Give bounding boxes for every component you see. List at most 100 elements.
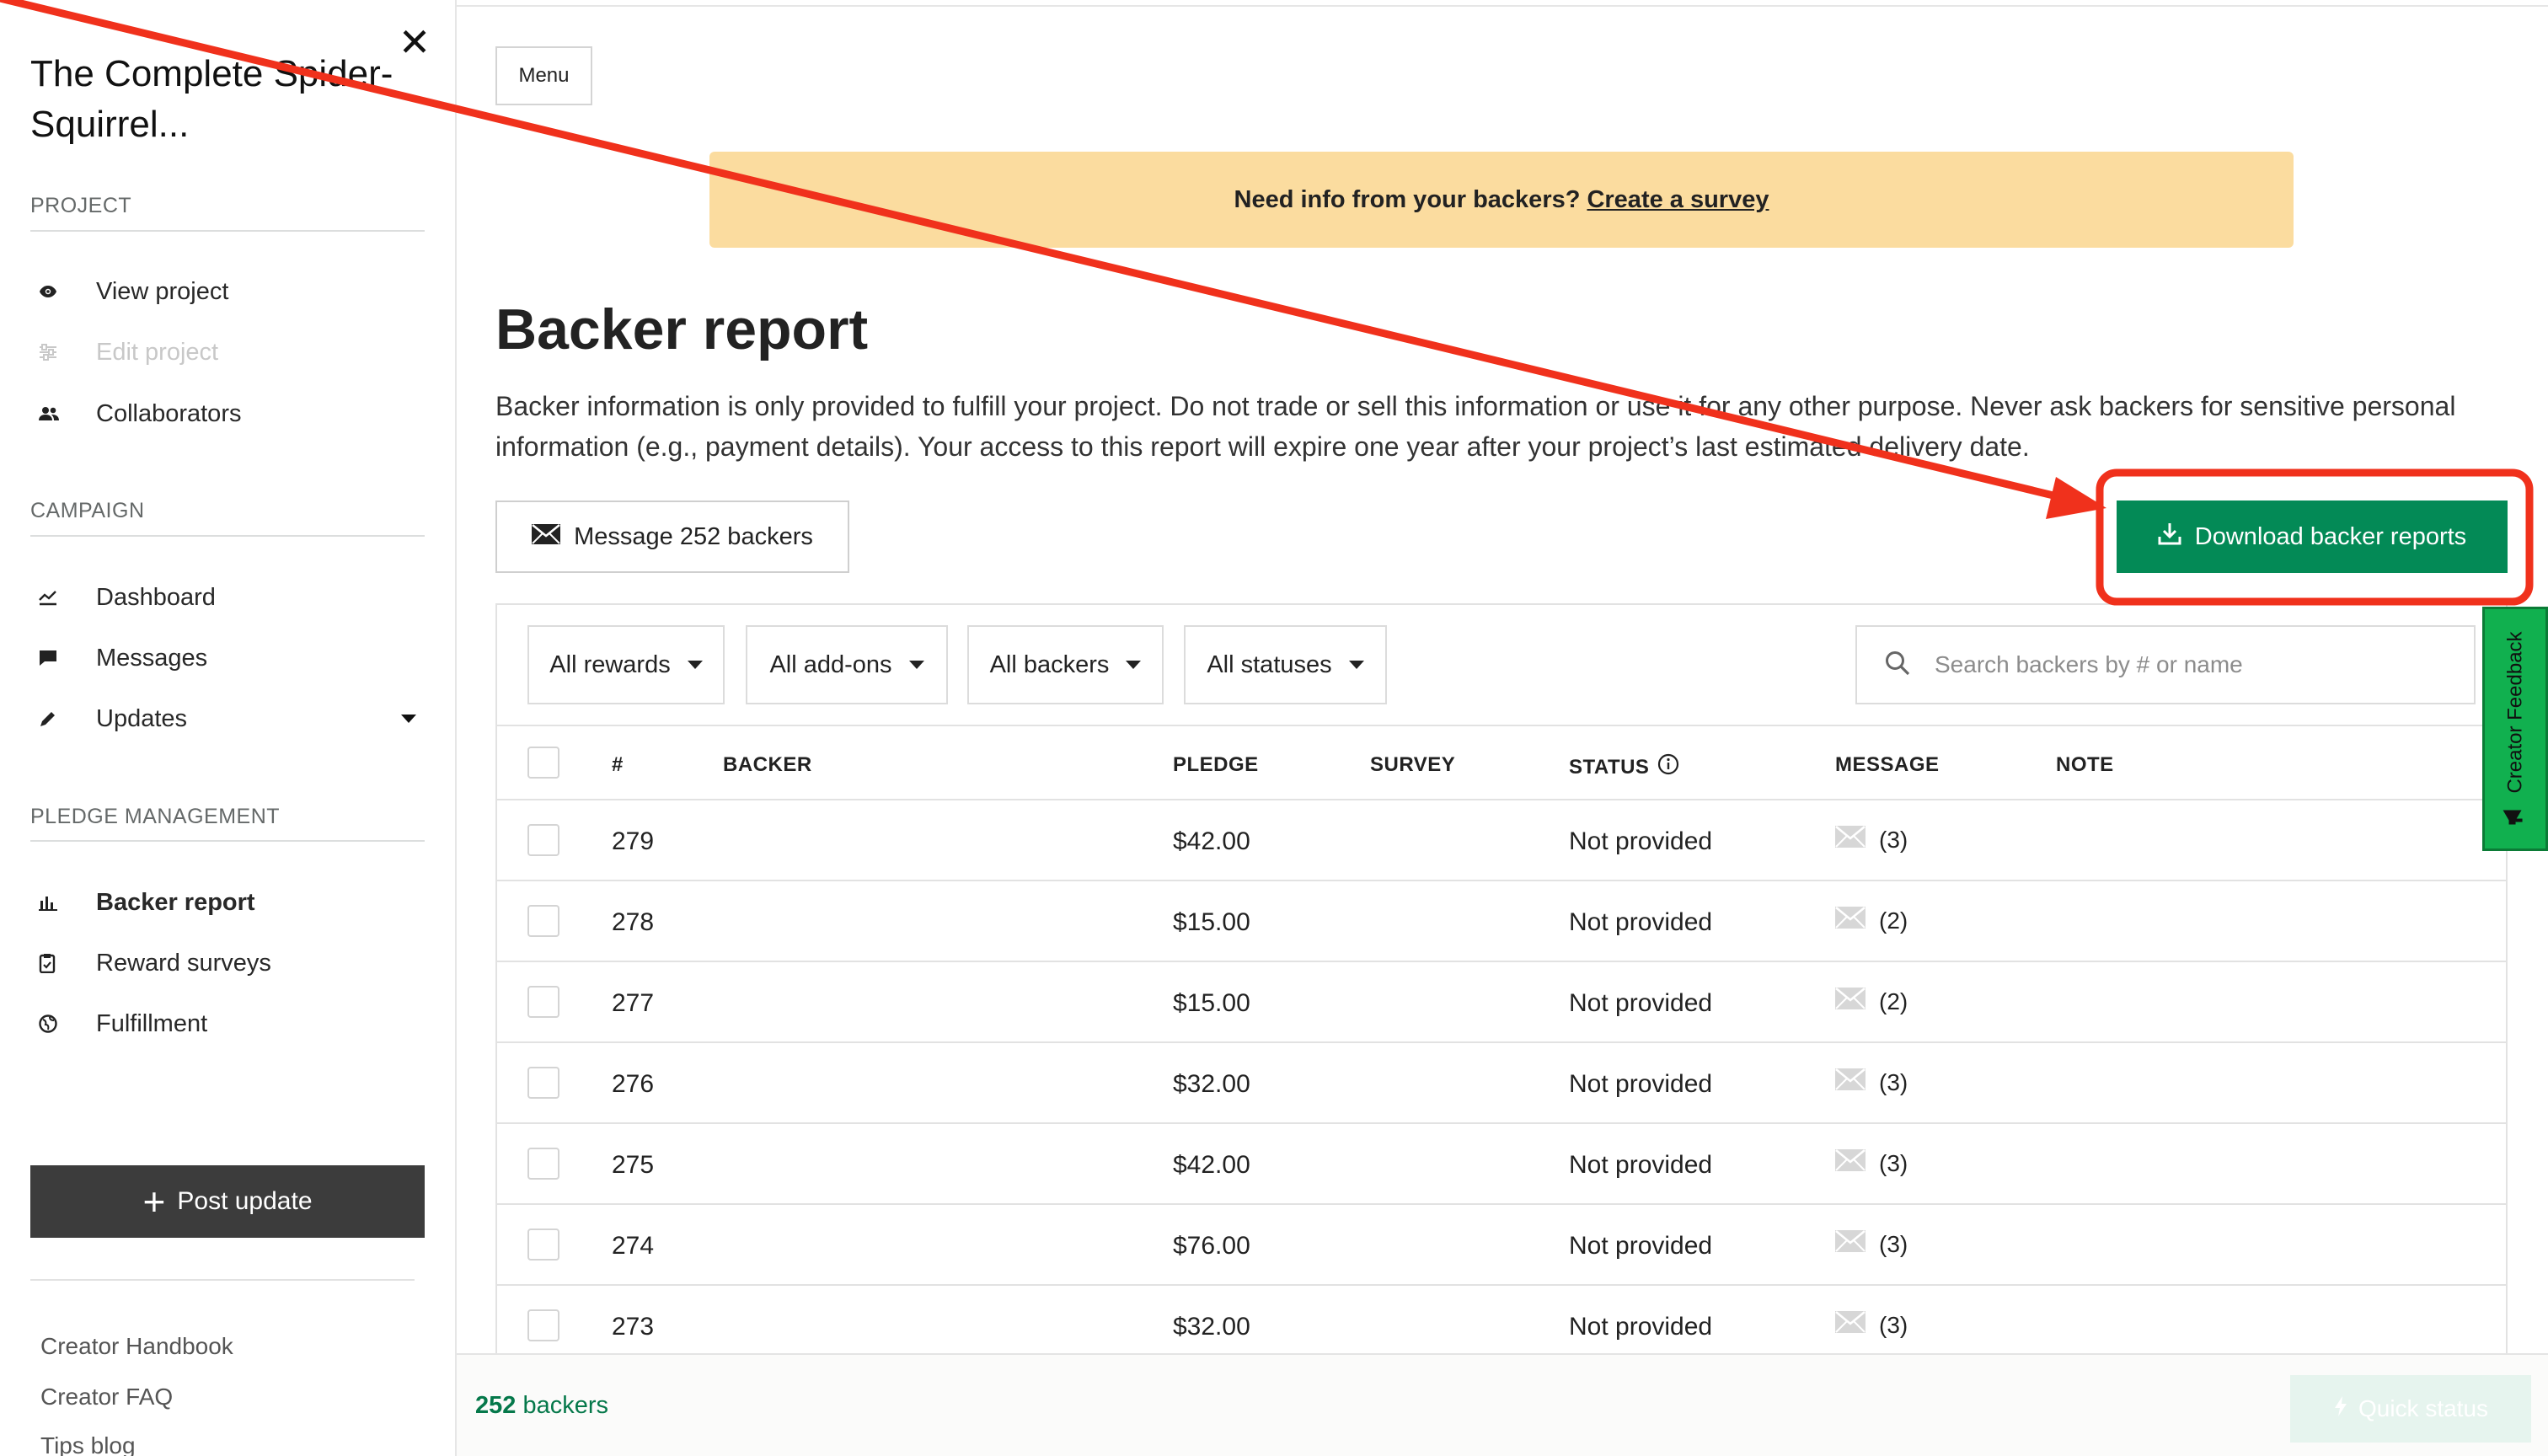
addons-filter-dropdown[interactable]: All add-ons <box>746 625 948 704</box>
message-count: (3) <box>1879 826 1908 853</box>
pencil-icon <box>30 709 96 728</box>
cell-message[interactable]: (3) <box>1835 825 1908 854</box>
cell-message[interactable]: (3) <box>1835 1310 1908 1339</box>
sidebar-item-label: Collaborators <box>96 399 242 427</box>
banner-text: Need info from your backers? <box>1234 185 1581 213</box>
menu-button[interactable]: Menu <box>495 46 592 105</box>
table-row[interactable]: 275 $42.00 Not provided (3) <box>497 1124 2508 1205</box>
page-description: Backer information is only provided to f… <box>495 391 2456 462</box>
cell-status: Not provided <box>1569 989 1713 1017</box>
column-header-backer[interactable]: BACKER <box>723 753 812 777</box>
sidebar-item-label: Fulfillment <box>96 1009 208 1037</box>
cell-pledge: $15.00 <box>1173 989 1250 1017</box>
message-count: (3) <box>1879 1068 1908 1095</box>
row-checkbox[interactable] <box>527 824 559 856</box>
sidebar-item-label: Dashboard <box>96 583 216 611</box>
sidebar-item-dashboard[interactable]: Dashboard <box>30 574 425 621</box>
envelope-icon <box>1835 906 1866 934</box>
create-survey-link[interactable]: Create a survey <box>1587 186 1769 214</box>
bottom-status-bar: 252 backers Quick status <box>457 1353 2548 1456</box>
sidebar-item-edit-project[interactable]: Edit project <box>30 329 425 376</box>
section-label-campaign: CAMPAIGN <box>30 499 145 522</box>
row-checkbox[interactable] <box>527 1228 559 1261</box>
backers-filter-dropdown[interactable]: All backers <box>967 625 1164 704</box>
backers-count: 252 backers <box>475 1392 608 1420</box>
table-row[interactable]: 276 $32.00 Not provided (3) <box>497 1043 2508 1124</box>
select-all-checkbox[interactable] <box>527 747 559 779</box>
sidebar-item-messages[interactable]: Messages <box>30 634 425 682</box>
cell-pledge: $32.00 <box>1173 1313 1250 1341</box>
info-icon[interactable] <box>1657 753 1679 781</box>
search-input[interactable] <box>1935 651 2440 678</box>
rewards-filter-dropdown[interactable]: All rewards <box>527 625 725 704</box>
post-update-button[interactable]: + Post update <box>30 1165 425 1238</box>
row-checkbox[interactable] <box>527 905 559 937</box>
sidebar-item-updates[interactable]: Updates <box>30 695 425 742</box>
caret-down-icon <box>1126 661 1142 669</box>
page-title: Backer report <box>495 297 869 361</box>
download-backer-reports-button[interactable]: Download backer reports <box>2117 500 2508 573</box>
filter-label: All add-ons <box>769 650 892 678</box>
sidebar-item-label: Messages <box>96 644 208 672</box>
row-checkbox[interactable] <box>527 1148 559 1180</box>
cell-status: Not provided <box>1569 908 1713 936</box>
creator-handbook-link[interactable]: Creator Handbook <box>40 1333 233 1360</box>
sidebar-item-label: Edit project <box>96 338 219 366</box>
sliders-icon <box>30 344 96 361</box>
cell-status: Not provided <box>1569 827 1713 855</box>
column-header-pledge[interactable]: PLEDGE <box>1173 753 1259 777</box>
backers-count-label: backers <box>522 1392 608 1419</box>
sidebar-item-reward-surveys[interactable]: Reward surveys <box>30 939 425 987</box>
project-title: The Complete Spider-Squirrel... <box>30 53 393 145</box>
quick-status-button[interactable]: Quick status <box>2290 1375 2531 1443</box>
message-count: (3) <box>1879 1149 1908 1176</box>
tips-blog-link[interactable]: Tips blog <box>40 1432 136 1456</box>
message-backers-button[interactable]: Message 252 backers <box>495 500 849 573</box>
table-row[interactable]: 279 $42.00 Not provided (3) <box>497 800 2508 881</box>
row-checkbox[interactable] <box>527 1067 559 1099</box>
status-header-label: STATUS <box>1569 755 1650 779</box>
statuses-filter-dropdown[interactable]: All statuses <box>1184 625 1387 704</box>
globe-icon <box>30 1014 96 1033</box>
download-backer-reports-label: Download backer reports <box>2194 522 2467 550</box>
column-header-number: # <box>612 753 624 776</box>
cell-number: 275 <box>612 1151 655 1179</box>
sidebar: ✕ The Complete Spider-Squirrel... PROJEC… <box>0 0 457 1456</box>
cell-number: 279 <box>612 827 655 855</box>
table-row[interactable]: 277 $15.00 Not provided (2) <box>497 962 2508 1043</box>
creator-feedback-label: Creator Feedback <box>2503 630 2526 794</box>
cell-number: 273 <box>612 1313 655 1341</box>
cell-message[interactable]: (3) <box>1835 1229 1908 1258</box>
sidebar-item-view-project[interactable]: View project <box>30 268 425 315</box>
row-checkbox[interactable] <box>527 1309 559 1341</box>
sidebar-item-backer-report[interactable]: Backer report <box>30 879 425 926</box>
envelope-icon <box>1835 825 1866 854</box>
search-box[interactable] <box>1855 625 2476 704</box>
column-header-survey[interactable]: SURVEY <box>1370 753 1455 777</box>
row-checkbox[interactable] <box>527 986 559 1018</box>
chat-bubble-icon <box>30 650 96 666</box>
clipboard-icon <box>30 953 96 973</box>
envelope-icon <box>532 523 561 551</box>
cell-message[interactable]: (3) <box>1835 1148 1908 1177</box>
cell-status: Not provided <box>1569 1070 1713 1098</box>
filter-label: All statuses <box>1207 650 1332 678</box>
creator-feedback-tab[interactable]: Creator Feedback <box>2482 607 2548 851</box>
cell-message[interactable]: (3) <box>1835 1068 1908 1096</box>
cell-number: 276 <box>612 1070 655 1098</box>
sidebar-item-collaborators[interactable]: Collaborators <box>30 390 425 437</box>
cell-message[interactable]: (2) <box>1835 906 1908 934</box>
table-row[interactable]: 278 $15.00 Not provided (2) <box>497 881 2508 962</box>
table-row[interactable]: 274 $76.00 Not provided (3) <box>497 1205 2508 1286</box>
column-header-status[interactable]: STATUS <box>1569 753 1679 781</box>
message-count: (3) <box>1879 1230 1908 1257</box>
cell-message[interactable]: (2) <box>1835 987 1908 1015</box>
creator-faq-link[interactable]: Creator FAQ <box>40 1384 173 1410</box>
divider <box>30 840 425 842</box>
chevron-down-icon[interactable] <box>401 715 416 723</box>
sidebar-item-fulfillment[interactable]: Fulfillment <box>30 1000 425 1047</box>
close-icon[interactable]: ✕ <box>396 23 433 62</box>
envelope-icon <box>1835 1229 1866 1258</box>
table-header: # BACKER PLEDGE SURVEY STATUS MESSAGE NO… <box>497 725 2508 800</box>
bar-chart-icon <box>30 894 96 911</box>
